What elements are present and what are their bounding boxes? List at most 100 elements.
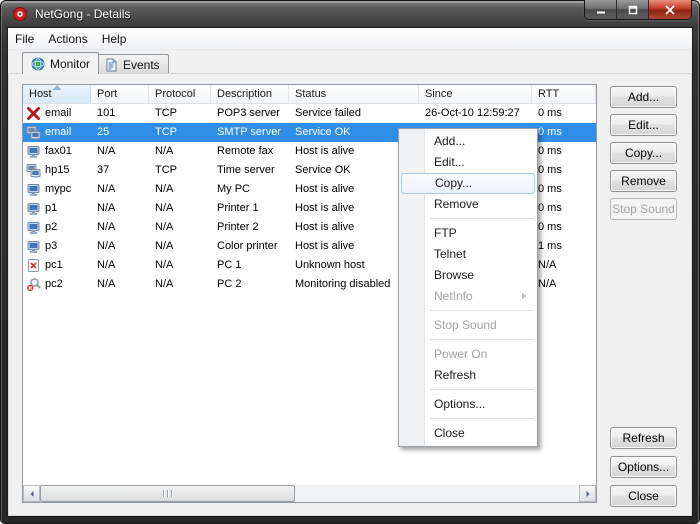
service-failed-icon [26, 106, 41, 121]
host-label: p1 [45, 199, 57, 218]
sort-ascending-icon [52, 85, 61, 90]
menu-item-label: Close [434, 426, 465, 440]
menu-separator [430, 218, 534, 219]
context-menu-item-remove[interactable]: Remove [401, 194, 535, 215]
context-menu-item-add[interactable]: Add... [401, 131, 535, 152]
tab-monitor[interactable]: Monitor [22, 52, 99, 74]
context-menu: Add... Edit...Copy...Remove FTP Telnet Brows… [398, 128, 538, 447]
context-menu-item-telnet[interactable]: Telnet [401, 244, 535, 265]
cell-host: pc2 [23, 275, 91, 294]
cell-protocol: N/A [149, 237, 211, 256]
cell-protocol: N/A [149, 256, 211, 275]
computer-icon [26, 239, 41, 254]
copy-button[interactable]: Copy... [610, 142, 677, 164]
column-header-rtt[interactable]: RTT [532, 85, 596, 103]
window-title: NetGong - Details [35, 7, 130, 21]
cell-description: Printer 1 [211, 199, 289, 218]
menubar-item-help[interactable]: Help [95, 28, 134, 49]
scroll-right-button[interactable] [579, 485, 596, 502]
host-label: p3 [45, 237, 57, 256]
cell-rtt: 0 ms [532, 218, 596, 237]
context-menu-item-close[interactable]: Close [401, 423, 535, 444]
cell-host: pc1 [23, 256, 91, 275]
minimize-icon [596, 5, 606, 15]
host-label: email [45, 104, 71, 123]
horizontal-scrollbar[interactable] [23, 485, 596, 502]
menu-item-label: Options... [434, 397, 485, 411]
column-label: Since [425, 88, 453, 100]
cell-port: N/A [91, 199, 149, 218]
options-button[interactable]: Options... [610, 456, 677, 478]
host-label: hp15 [45, 161, 69, 180]
menu-item-label: Add... [434, 134, 465, 148]
cell-description: PC 1 [211, 256, 289, 275]
refresh-button[interactable]: Refresh [610, 427, 677, 449]
column-header-protocol[interactable]: Protocol [149, 85, 211, 103]
cell-description: My PC [211, 180, 289, 199]
cell-rtt: 0 ms [532, 199, 596, 218]
cell-protocol: TCP [149, 123, 211, 142]
menu-separator [430, 310, 534, 311]
column-header-host[interactable]: Host [23, 85, 91, 103]
cell-rtt: 1 ms [532, 237, 596, 256]
unknown-host-icon [26, 258, 41, 273]
scrollbar-track[interactable] [40, 485, 579, 502]
cell-host: p2 [23, 218, 91, 237]
context-menu-item-copy[interactable]: Copy... [401, 173, 535, 194]
menu-item-label: NetInfo [434, 289, 473, 303]
cell-host: fax01 [23, 142, 91, 161]
table-row-email[interactable]: email101TCPPOP3 serverService failed26-O… [23, 104, 596, 123]
cell-description: Remote fax [211, 142, 289, 161]
tab-events[interactable]: Events [95, 54, 169, 74]
screen: NetGong - Details FileActionsHelp Monito… [0, 0, 700, 524]
column-label: Host [29, 88, 52, 100]
cell-protocol: N/A [149, 275, 211, 294]
context-menu-item-refresh[interactable]: Refresh [401, 365, 535, 386]
maximize-button[interactable] [617, 0, 649, 19]
menu-separator [430, 389, 534, 390]
cell-description: Time server [211, 161, 289, 180]
computer-icon [26, 144, 41, 159]
scrollbar-thumb[interactable] [40, 485, 295, 502]
side-button-column: Add...Edit...Copy...RemoveStop Sound [610, 86, 677, 220]
close-button[interactable] [649, 0, 691, 19]
cell-host: p1 [23, 199, 91, 218]
cell-port: 101 [91, 104, 149, 123]
minimize-button[interactable] [585, 0, 617, 19]
context-menu-item-edit[interactable]: Edit... [401, 152, 535, 173]
close-button[interactable]: Close [610, 485, 677, 507]
cell-protocol: TCP [149, 104, 211, 123]
column-label: RTT [538, 88, 559, 100]
column-label: Protocol [155, 88, 195, 100]
context-menu-item-options[interactable]: Options... [401, 394, 535, 415]
bottom-button-column: Refresh Options... Close [610, 427, 677, 507]
remove-button[interactable]: Remove [610, 170, 677, 192]
host-label: pc1 [45, 256, 63, 275]
context-menu-item-netinfo: NetInfo [401, 286, 535, 307]
column-header-since[interactable]: Since [419, 85, 532, 103]
column-label: Status [295, 88, 326, 100]
computer-icon [26, 220, 41, 235]
menu-item-label: Telnet [434, 247, 466, 261]
menubar-item-file[interactable]: File [8, 28, 41, 49]
column-label: Description [217, 88, 272, 100]
scroll-left-button[interactable] [23, 485, 40, 502]
menu-item-label: Browse [434, 268, 474, 282]
host-label: pc2 [45, 275, 63, 294]
add-button[interactable]: Add... [610, 86, 677, 108]
column-header-status[interactable]: Status [289, 85, 419, 103]
window-controls [584, 0, 692, 20]
context-menu-item-ftp[interactable]: FTP [401, 223, 535, 244]
cell-port: N/A [91, 142, 149, 161]
app-window: NetGong - Details FileActionsHelp Monito… [0, 0, 700, 524]
document-icon [104, 58, 118, 72]
cell-port: N/A [91, 256, 149, 275]
menubar-item-actions[interactable]: Actions [41, 28, 94, 49]
context-menu-item-browse[interactable]: Browse [401, 265, 535, 286]
column-header-port[interactable]: Port [91, 85, 149, 103]
cell-since: 26-Oct-10 12:59:27 [419, 104, 532, 123]
edit-button[interactable]: Edit... [610, 114, 677, 136]
column-header-description[interactable]: Description [211, 85, 289, 103]
title-bar[interactable]: NetGong - Details [0, 0, 700, 28]
menu-item-label: Power On [434, 347, 487, 361]
